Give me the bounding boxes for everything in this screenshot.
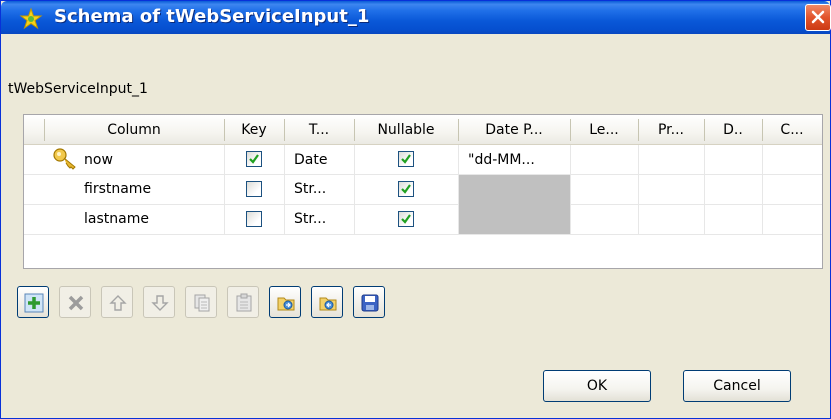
cancel-button[interactable]: Cancel (683, 370, 791, 402)
grid-line (704, 145, 705, 235)
header-nullable[interactable]: Nullable (354, 115, 458, 145)
move-down-button[interactable] (143, 286, 175, 318)
schema-table[interactable]: Column Key T... Nullable Date P... Le...… (23, 114, 823, 269)
close-icon (811, 10, 825, 24)
header-length[interactable]: Le... (570, 115, 638, 145)
header-key[interactable]: Key (224, 115, 284, 145)
move-up-button[interactable] (101, 286, 133, 318)
header-precision[interactable]: Pr... (638, 115, 704, 145)
header-default[interactable]: D.. (704, 115, 762, 145)
grid-line (762, 145, 763, 235)
header-comment[interactable]: C... (762, 115, 822, 145)
save-button[interactable] (353, 286, 385, 318)
disabled-date-pattern-cell (459, 175, 570, 234)
header-spacer (24, 115, 44, 145)
close-button[interactable] (805, 4, 831, 31)
key-checkbox[interactable] (246, 151, 262, 167)
grid-line (224, 145, 225, 235)
cell-type[interactable]: Date (294, 146, 350, 174)
grid-line (570, 145, 571, 235)
move-up-icon (109, 295, 127, 311)
schema-label: tWebServiceInput_1 (8, 81, 148, 97)
cell-type[interactable]: Str... (294, 205, 350, 233)
key-icon (52, 147, 78, 175)
table-header: Column Key T... Nullable Date P... Le...… (24, 115, 822, 145)
export-button[interactable] (311, 286, 343, 318)
import-icon (277, 297, 295, 311)
add-button[interactable] (17, 286, 49, 318)
nullable-checkbox[interactable] (398, 151, 414, 167)
cell-date-pattern[interactable]: "dd-MM... (468, 146, 566, 174)
remove-icon (68, 295, 84, 311)
checkmark-icon (249, 154, 259, 164)
dialog-body: tWebServiceInput_1 Column Key T... Nulla… (3, 34, 828, 418)
paste-button[interactable] (227, 286, 259, 318)
checkmark-icon (401, 154, 411, 164)
header-type[interactable]: T... (284, 115, 354, 145)
move-down-icon (151, 295, 169, 311)
ok-button[interactable]: OK (543, 370, 651, 402)
import-button[interactable] (269, 286, 301, 318)
grid-line (24, 234, 822, 235)
grid-line (638, 145, 639, 235)
add-icon (24, 293, 44, 313)
key-checkbox[interactable] (246, 211, 262, 227)
header-date-pattern[interactable]: Date P... (458, 115, 570, 145)
checkmark-icon (401, 214, 411, 224)
grid-line (284, 145, 285, 235)
save-icon (361, 294, 379, 312)
key-checkbox[interactable] (246, 181, 262, 197)
grid-line (354, 145, 355, 235)
checkmark-icon (401, 184, 411, 194)
copy-button[interactable] (185, 286, 217, 318)
header-column[interactable]: Column (44, 115, 224, 145)
star-icon (19, 7, 43, 31)
cell-column[interactable]: lastname (84, 205, 214, 233)
nullable-checkbox[interactable] (398, 181, 414, 197)
schema-dialog: Schema of tWebServiceInput_1 tWebService… (0, 0, 831, 419)
cell-type[interactable]: Str... (294, 175, 350, 203)
export-icon (319, 297, 337, 311)
paste-icon (236, 293, 252, 312)
cell-column[interactable]: now (84, 146, 214, 174)
remove-button[interactable] (59, 286, 91, 318)
cell-column[interactable]: firstname (84, 175, 214, 203)
nullable-checkbox[interactable] (398, 211, 414, 227)
title-bar[interactable]: Schema of tWebServiceInput_1 (1, 1, 831, 34)
copy-icon (194, 294, 210, 312)
window-title: Schema of tWebServiceInput_1 (54, 6, 370, 27)
